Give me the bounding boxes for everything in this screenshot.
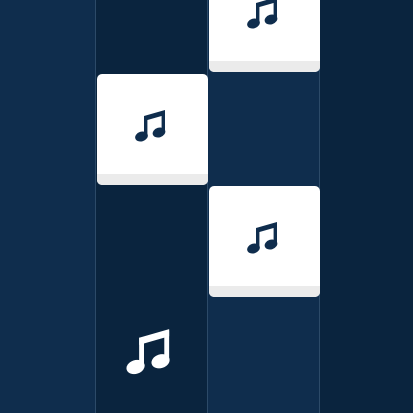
- music-note-icon: [134, 110, 165, 142]
- tile-edge: [209, 286, 320, 297]
- lane-4[interactable]: [320, 0, 413, 413]
- note-tile-lane-3-bottom[interactable]: [209, 186, 320, 297]
- lane-divider: [95, 0, 96, 413]
- music-note-icon: [246, 0, 277, 29]
- tile-edge: [97, 174, 208, 185]
- lane-divider: [207, 0, 208, 413]
- tile-edge: [209, 61, 320, 72]
- note-tile-lane-2[interactable]: [97, 74, 208, 185]
- music-note-icon: [126, 329, 170, 375]
- music-note-icon: [246, 222, 277, 254]
- game-board: [0, 0, 413, 413]
- note-tile-lane-3-top[interactable]: [209, 0, 320, 72]
- lane-1[interactable]: [0, 0, 96, 413]
